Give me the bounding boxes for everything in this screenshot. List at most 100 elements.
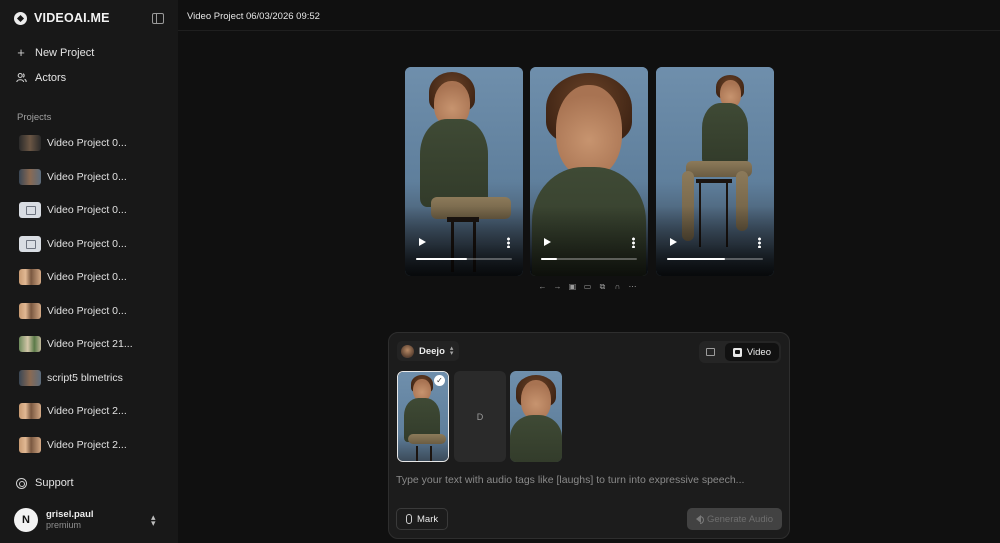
actor-avatar [401,344,414,358]
page-title: Video Project 06/03/2026 09:52 [187,11,320,22]
headphones-icon[interactable]: ∩ [613,282,622,292]
logo-icon [14,11,27,25]
project-label: Video Project 21... [47,338,133,350]
generate-audio-label: Generate Audio [706,513,773,525]
brand-name: VIDEOAI.ME [34,11,110,25]
users-icon [16,72,27,84]
video-progress[interactable] [667,258,763,260]
project-item[interactable]: script5 blmetrics [19,369,123,386]
project-thumbnail [19,336,41,352]
main-panel: Video Project 06/03/2026 09:52 ← → ▣ ▭ ⧉… [178,0,1000,543]
check-icon: ✓ [434,375,445,386]
frame-thumbnail-2[interactable] [510,371,562,462]
more-icon[interactable]: ⋯ [628,282,637,292]
lifebuoy-icon [16,477,27,489]
actor-name: Deejo [419,345,445,357]
brand[interactable]: VIDEOAI.ME [14,11,110,25]
image-placeholder-icon [19,235,41,252]
new-project-label: New Project [35,47,95,59]
project-item[interactable]: Video Project 0... [19,302,127,319]
new-project-button[interactable]: + New Project [16,45,95,60]
support-link[interactable]: Support [16,477,74,489]
play-icon[interactable] [419,238,426,246]
project-label: Video Project 2... [47,405,127,417]
mic-icon [406,514,412,524]
project-item[interactable]: Video Project 0... [19,202,127,218]
video-card-1[interactable] [405,67,523,276]
generate-audio-button[interactable]: Generate Audio [686,508,782,530]
image-mode-button[interactable] [701,343,721,361]
speech-text-input[interactable]: Type your text with audio tags like [lau… [396,474,744,486]
video-icon[interactable]: ▭ [583,282,592,292]
app-window: VIDEOAI.ME + New Project Actors Projects… [0,0,1000,543]
sidebar-toggle-icon[interactable] [152,13,164,24]
copy-icon[interactable]: ⧉ [598,282,607,292]
video-progress[interactable] [541,258,637,260]
plus-icon: + [17,45,25,60]
actor-selector[interactable]: Deejo ▴ ▾ [397,341,460,361]
speaker-icon [695,515,704,524]
project-thumbnail [19,168,41,185]
project-label: Video Project 0... [47,304,127,317]
project-label: Video Project 0... [47,271,127,283]
image-icon [706,348,716,356]
project-item[interactable]: Video Project 0... [19,135,127,151]
progress-fill [541,258,558,260]
project-thumbnail [19,135,41,151]
project-label: Video Project 2... [47,438,127,451]
image-icon[interactable]: ▣ [568,282,577,292]
media-toolbar: ← → ▣ ▭ ⧉ ∩ ⋯ [538,282,637,292]
user-plan: premium [46,520,82,530]
mode-toggle: Video [698,341,781,363]
project-label: script5 blmetrics [47,371,123,384]
image-placeholder-icon [19,202,41,218]
more-icon[interactable] [632,237,635,248]
actors-label: Actors [35,72,67,84]
video-card-3[interactable] [656,67,774,276]
project-item[interactable]: Video Project 21... [19,336,133,352]
frame-thumbnail-1[interactable]: ✓ [397,371,449,462]
user-menu[interactable]: N grisel.paul premium [14,508,94,532]
project-label: Video Project 0... [47,237,127,250]
avatar: N [14,508,38,532]
project-label: Video Project 0... [47,137,127,149]
progress-fill [667,258,725,260]
sidebar: VIDEOAI.ME + New Project Actors Projects… [0,0,178,543]
video-mode-button[interactable]: Video [724,343,779,361]
project-item[interactable]: Video Project 0... [19,235,127,252]
video-card-2[interactable] [530,67,648,276]
mark-label: Mark [417,513,439,525]
project-item[interactable]: Video Project 0... [19,168,127,185]
project-thumbnail [19,403,41,419]
mark-button[interactable]: Mark [396,508,449,530]
header: Video Project 06/03/2026 09:52 [178,0,1000,31]
chevron-up-down-icon[interactable]: ▴ ▾ [151,513,156,528]
project-label: Video Project 0... [47,204,127,216]
chevron-up-down-icon: ▴ ▾ [449,345,454,357]
arrow-left-icon[interactable]: ← [538,282,547,292]
project-thumbnail [19,369,41,386]
support-label: Support [35,477,74,489]
user-name: grisel.paul [46,509,94,520]
frame-empty[interactable]: D [454,371,506,462]
video-icon [732,347,742,357]
composer-panel: Deejo ▴ ▾ Video ✓ D Type your text with … [388,332,790,539]
progress-fill [416,258,467,260]
frame-empty-label: D [476,411,484,422]
arrow-right-icon[interactable]: → [553,282,562,292]
play-icon[interactable] [670,238,677,246]
project-item[interactable]: Video Project 2... [19,403,127,419]
projects-section-label: Projects [17,112,52,123]
video-mode-label: Video [746,346,771,358]
play-icon[interactable] [544,238,551,246]
project-label: Video Project 0... [47,170,127,183]
project-item[interactable]: Video Project 0... [19,269,127,285]
project-item[interactable]: Video Project 2... [19,436,127,453]
project-thumbnail [19,302,41,319]
project-thumbnail [19,269,41,285]
actors-nav-item[interactable]: Actors [16,72,66,84]
project-thumbnail [19,436,41,453]
more-icon[interactable] [758,237,761,248]
video-progress[interactable] [416,258,512,260]
more-icon[interactable] [507,237,510,248]
